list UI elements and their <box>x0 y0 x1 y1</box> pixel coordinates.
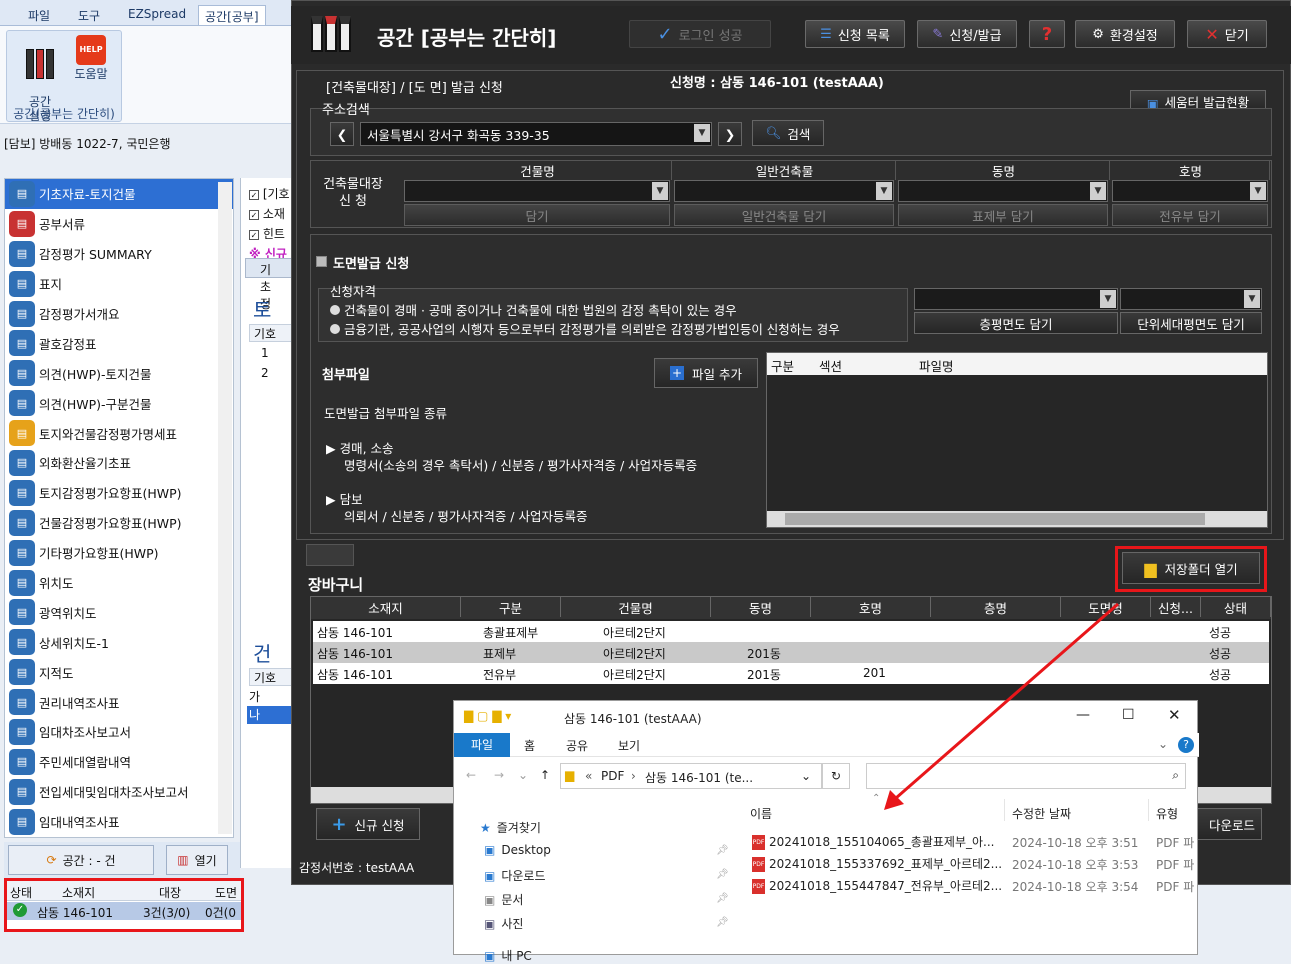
arrow-annotation <box>884 602 1119 810</box>
